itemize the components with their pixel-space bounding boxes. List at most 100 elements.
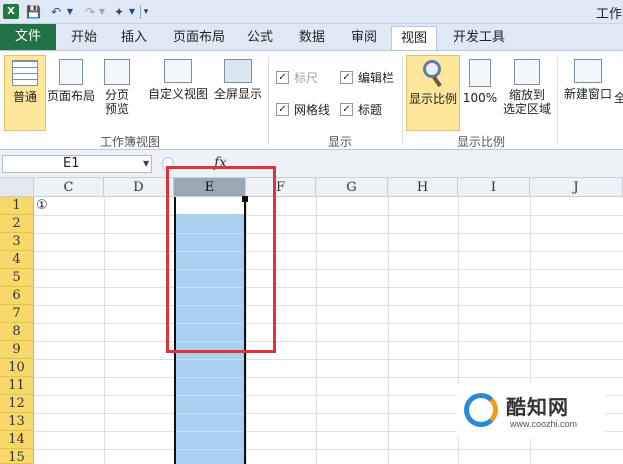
- customize-qat-icon[interactable]: ▾: [141, 4, 151, 19]
- excel-app-icon[interactable]: X: [3, 4, 19, 19]
- zoom-100-button[interactable]: 100%: [462, 55, 498, 131]
- selection-gridline: [176, 359, 244, 360]
- page-break-label-1: 分页: [104, 88, 129, 102]
- watermark-url: www.coozhi.com: [510, 419, 578, 429]
- zoom-to-selection-button[interactable]: 缩放到 选定区域: [500, 55, 554, 131]
- row-header-3[interactable]: 3: [0, 233, 34, 251]
- formula-bar-checkbox[interactable]: ✓ 编辑栏: [340, 69, 394, 86]
- formula-bar-label: 编辑栏: [358, 71, 395, 85]
- full-screen-icon: [224, 59, 252, 83]
- column-header-j[interactable]: J: [530, 178, 623, 197]
- gridline: [104, 197, 105, 464]
- row-header-8[interactable]: 8: [0, 323, 34, 341]
- gridline: [34, 251, 623, 252]
- gridline: [34, 359, 623, 360]
- full-screen-button[interactable]: 全屏显示: [212, 55, 264, 131]
- row-header-4[interactable]: 4: [0, 251, 34, 269]
- show-group-label: 显示: [327, 135, 352, 149]
- headings-label: 标题: [358, 103, 383, 117]
- window-more-label[interactable]: 全: [614, 89, 623, 109]
- row-header-10[interactable]: 10: [0, 359, 34, 377]
- save-icon[interactable]: 💾: [26, 4, 41, 19]
- tools-icon[interactable]: ✦: [111, 4, 127, 19]
- column-header-d[interactable]: D: [104, 178, 174, 197]
- column-header-c[interactable]: C: [34, 178, 104, 197]
- ruler-label: 标尺: [294, 71, 319, 85]
- tab-page-layout[interactable]: 页面布局: [164, 26, 234, 50]
- tab-home[interactable]: 开始: [62, 26, 106, 50]
- ruler-check-icon: ✓: [276, 71, 289, 84]
- name-box-dropdown-icon[interactable]: ▼: [143, 159, 149, 168]
- headings-check-icon: ✓: [340, 103, 353, 116]
- normal-view-label: 普通: [12, 90, 37, 104]
- row-header-14[interactable]: 14: [0, 431, 34, 449]
- column-header-h[interactable]: H: [388, 178, 458, 197]
- cell-c1[interactable]: ①: [36, 198, 48, 213]
- redo-icon[interactable]: ↷: [83, 4, 97, 19]
- headings-checkbox[interactable]: ✓ 标题: [340, 101, 382, 118]
- tab-developer[interactable]: 开发工具: [446, 26, 512, 50]
- tab-view[interactable]: 视图: [391, 26, 437, 50]
- row-header-13[interactable]: 13: [0, 413, 34, 431]
- name-box[interactable]: E1: [2, 155, 152, 173]
- custom-views-icon: [164, 59, 192, 83]
- gridlines-checkbox[interactable]: ✓ 网格线: [276, 101, 330, 118]
- zoom-button[interactable]: 显示比例: [406, 55, 460, 131]
- row-header-11[interactable]: 11: [0, 377, 34, 395]
- group-separator: [402, 57, 403, 145]
- normal-view-icon: [12, 60, 38, 86]
- normal-view-button[interactable]: 普通: [4, 55, 46, 131]
- ruler-checkbox[interactable]: ✓ 标尺: [276, 69, 318, 86]
- tab-file[interactable]: 文件: [0, 24, 56, 50]
- selection-gridline: [176, 377, 244, 378]
- page-layout-label: 页面布局: [46, 89, 95, 103]
- row-header-5[interactable]: 5: [0, 269, 34, 287]
- new-window-button[interactable]: 新建窗口: [560, 55, 616, 131]
- row-header-7[interactable]: 7: [0, 305, 34, 323]
- gridline: [34, 215, 623, 216]
- zoom-100-icon: [469, 59, 491, 87]
- gridline: [34, 323, 623, 324]
- ribbon-view: 普通 页面布局 分页 预览 自定义视图 全屏显示 工作簿视图 ✓ 标尺 ✓ 编辑…: [0, 50, 623, 150]
- gridline: [34, 233, 623, 234]
- column-header-i[interactable]: I: [458, 178, 530, 197]
- gridline: [34, 377, 623, 378]
- workbook-views-group-label: 工作簿视图: [99, 135, 160, 149]
- row-header-12[interactable]: 12: [0, 395, 34, 413]
- tab-insert[interactable]: 插入: [112, 26, 156, 50]
- selection-gridline: [176, 431, 244, 432]
- magnifier-icon: [421, 60, 445, 88]
- highlight-annotation-box: [166, 166, 276, 353]
- gridline: [316, 197, 317, 464]
- column-header-g[interactable]: G: [316, 178, 388, 197]
- page-break-icon: [104, 59, 130, 85]
- custom-views-button[interactable]: 自定义视图: [146, 55, 210, 131]
- tab-data[interactable]: 数据: [290, 26, 334, 50]
- gridline: [388, 197, 389, 464]
- page-layout-view-button[interactable]: 页面布局: [46, 55, 96, 131]
- page-break-preview-button[interactable]: 分页 预览: [98, 55, 136, 131]
- watermark: 酷知网 www.coozhi.com: [456, 383, 606, 439]
- new-window-label: 新建窗口: [563, 87, 612, 101]
- tab-formulas[interactable]: 公式: [240, 26, 280, 50]
- gridline: [34, 341, 623, 342]
- redo-dropdown-icon[interactable]: ▼: [98, 4, 106, 19]
- custom-views-label: 自定义视图: [147, 87, 208, 101]
- zoom-selection-label-1: 缩放到: [508, 88, 545, 102]
- row-header-15[interactable]: 15: [0, 449, 34, 464]
- undo-icon[interactable]: ↶: [49, 4, 63, 19]
- select-all-corner[interactable]: [0, 178, 34, 197]
- undo-dropdown-icon[interactable]: ▼: [66, 4, 74, 19]
- row-header-1[interactable]: 1: [0, 197, 34, 215]
- tools-dropdown-icon[interactable]: ▼: [128, 4, 136, 19]
- gridlines-label: 网格线: [294, 103, 331, 117]
- row-header-2[interactable]: 2: [0, 215, 34, 233]
- gridlines-check-icon: ✓: [276, 103, 289, 116]
- zoom-group-label: 显示比例: [456, 135, 505, 149]
- row-header-9[interactable]: 9: [0, 341, 34, 359]
- group-separator: [268, 57, 269, 145]
- gridline: [34, 269, 623, 270]
- row-header-6[interactable]: 6: [0, 287, 34, 305]
- tab-review[interactable]: 审阅: [342, 26, 386, 50]
- quick-access-toolbar: X 💾 ↶ ▼ ↷ ▼ ✦ ▼ ▾ 工作: [0, 0, 623, 24]
